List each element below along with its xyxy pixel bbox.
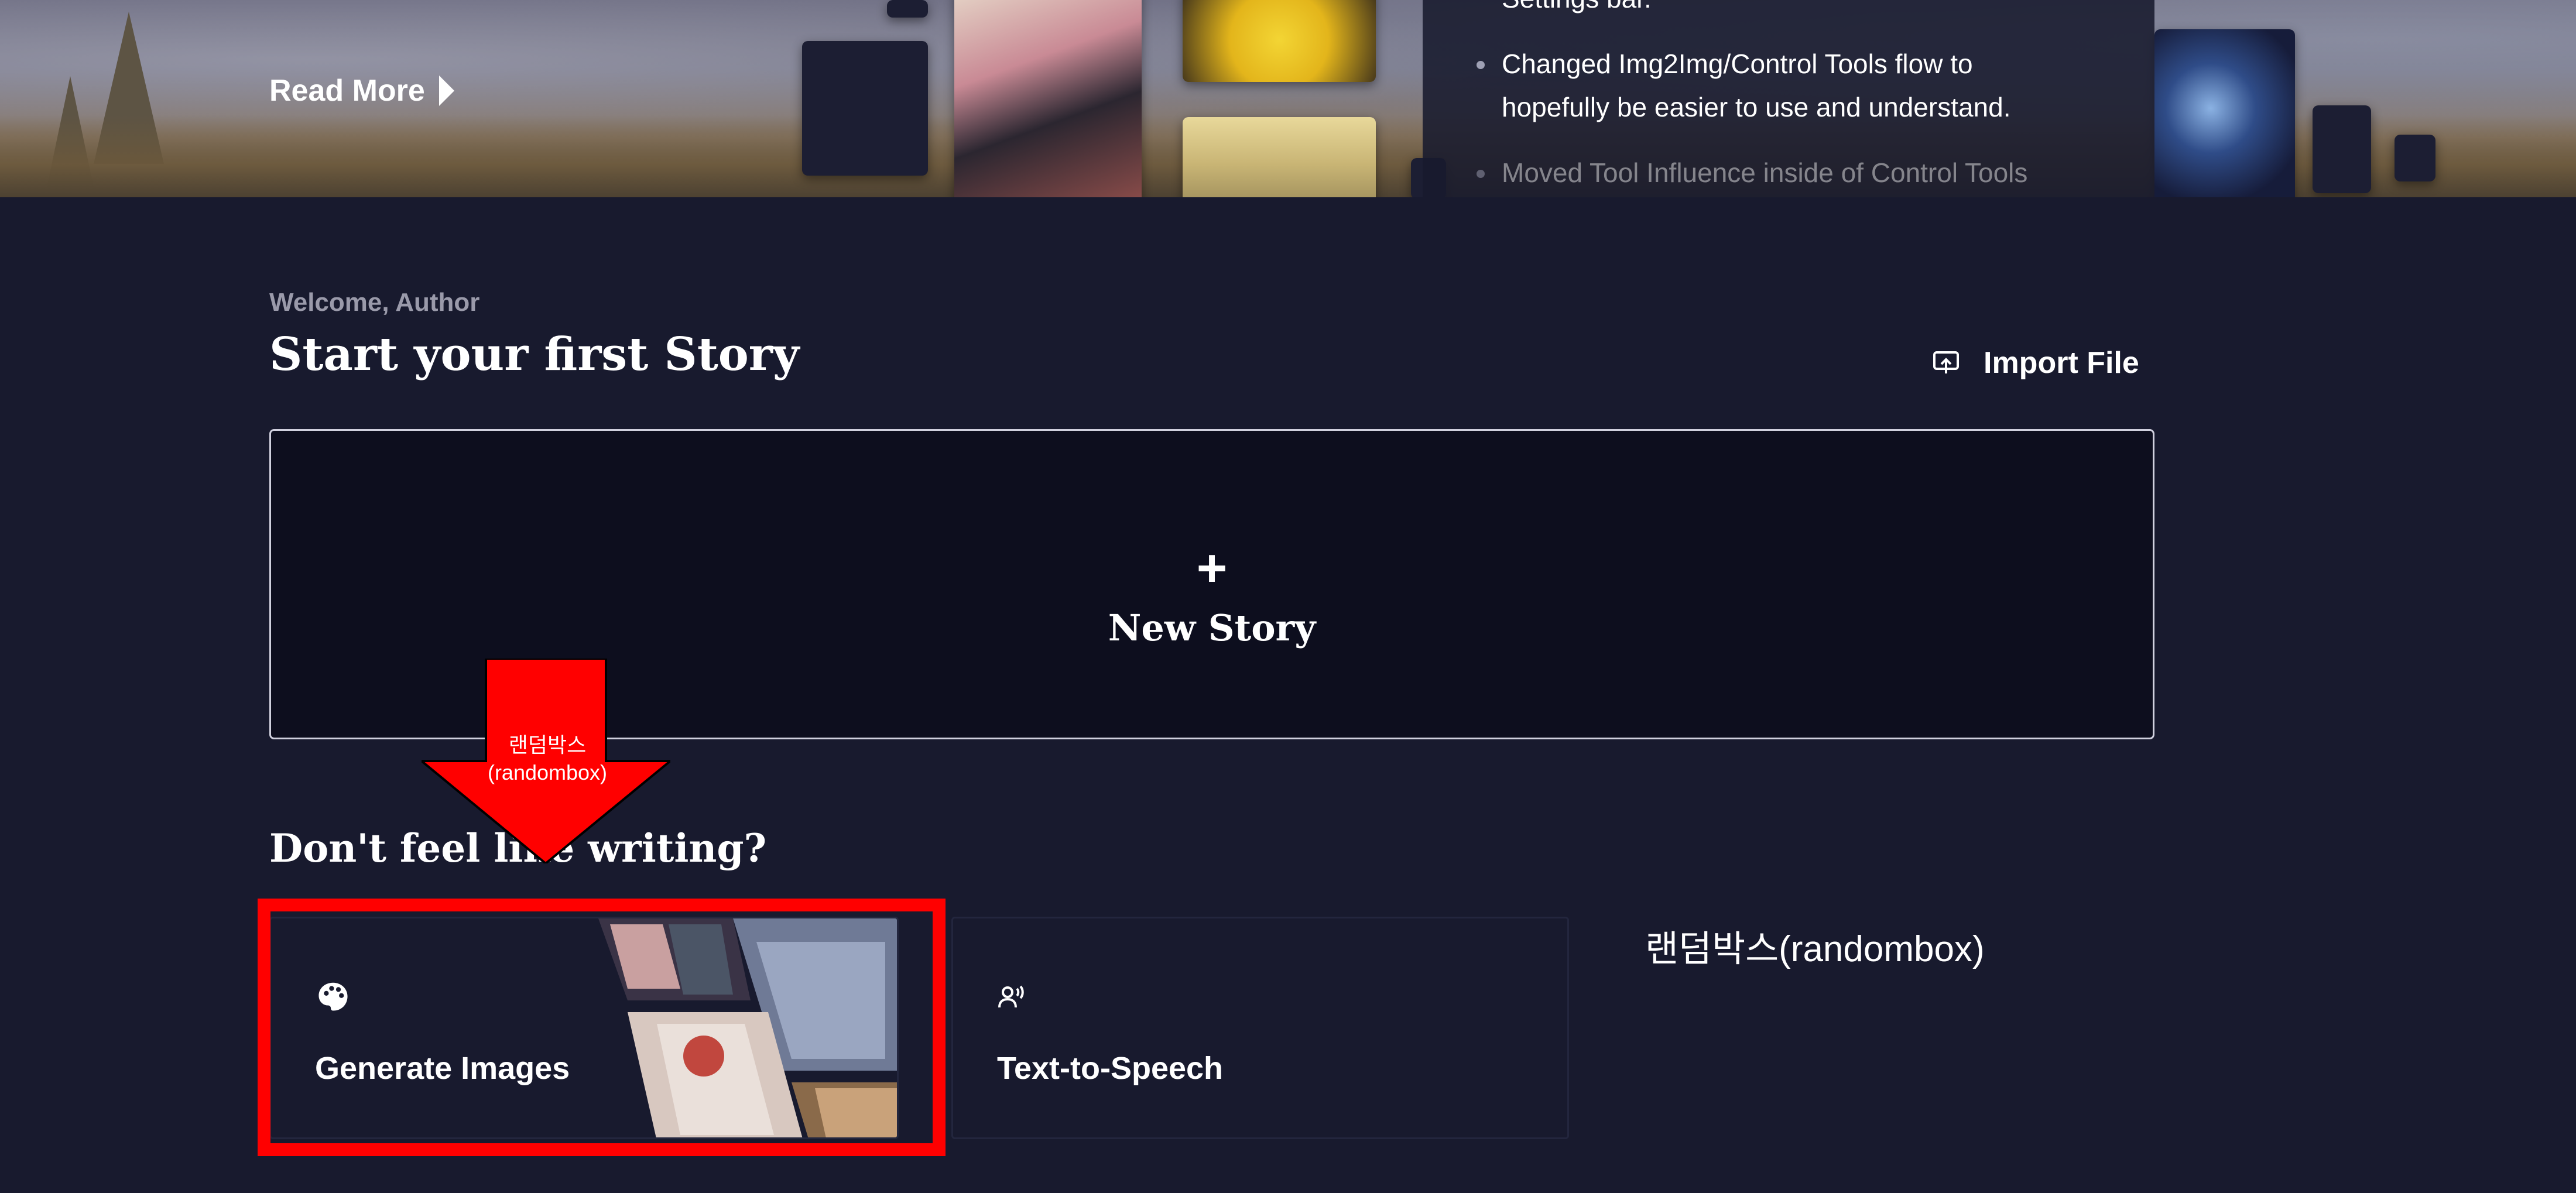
- page-title: Start your first Story: [269, 328, 800, 381]
- annotation-side-label: 랜덤박스(randombox): [1645, 929, 1985, 969]
- triangle-right-icon: [439, 76, 454, 106]
- speaking-head-icon: [998, 985, 1024, 1008]
- bullet-icon: [1477, 170, 1485, 178]
- bullet-icon: [1477, 61, 1485, 69]
- annotation-arrow-label-en: (randombox): [487, 760, 608, 784]
- banner-artwork: [1183, 0, 1376, 82]
- banner-artwork: [954, 0, 1142, 197]
- annotation-arrow-label: 랜덤박스 (randombox): [463, 732, 632, 787]
- update-note-line: hopefully be easier to use and understan…: [1502, 92, 2011, 122]
- annotation-arrow-label-ko: 랜덤박스: [508, 733, 587, 757]
- update-note-line: Changed Img2Img/Control Tools flow to: [1502, 49, 1973, 79]
- text-to-speech-label: Text-to-Speech: [997, 1051, 1224, 1086]
- update-note-line: Moved Tool Influence inside of Control T…: [1502, 157, 2028, 188]
- text-to-speech-card[interactable]: Text-to-Speech: [951, 917, 1569, 1139]
- update-note-line: Settings bar.: [1502, 0, 1652, 14]
- plus-icon: +: [1196, 539, 1228, 598]
- banner-artwork: [1183, 117, 1376, 197]
- banner-tile: [887, 0, 928, 18]
- banner-artwork: [2154, 29, 2295, 197]
- import-file-label: Import File: [1984, 346, 2139, 380]
- read-more-label: Read More: [269, 74, 425, 108]
- new-story-label: New Story: [1108, 606, 1316, 649]
- update-notes-panel: Settings bar. Changed Img2Img/Control To…: [1423, 0, 2154, 197]
- import-file-button[interactable]: Import File: [1932, 340, 2139, 386]
- read-more-link[interactable]: Read More: [269, 70, 454, 111]
- banner-tile: [2395, 135, 2435, 181]
- welcome-text: Welcome, Author: [269, 288, 480, 317]
- upload-icon: [1933, 351, 1959, 373]
- banner-tile: [802, 41, 928, 176]
- banner-tile: [2313, 105, 2371, 193]
- annotation-highlight-box: [258, 899, 946, 1156]
- hero-banner: Read More Settings bar. Changed Img2Img/…: [0, 0, 2576, 197]
